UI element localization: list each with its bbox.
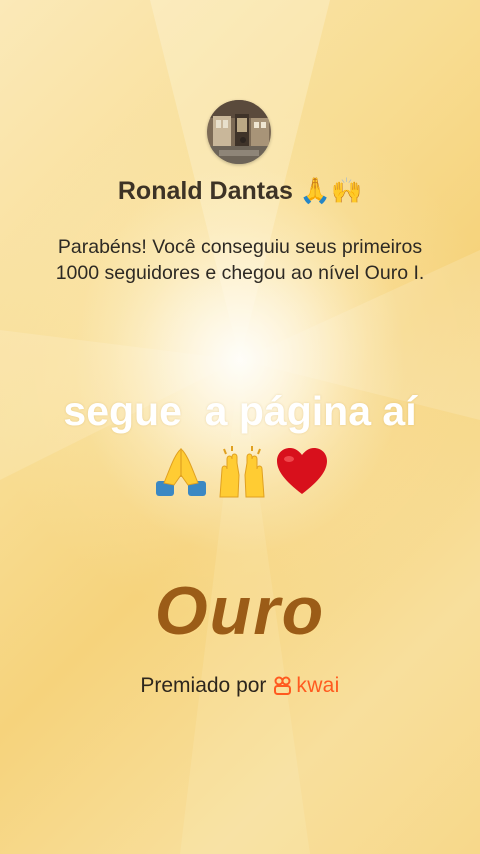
kwai-icon bbox=[274, 676, 292, 695]
username-emojis: 🙏🙌 bbox=[299, 176, 363, 205]
username-row: Ronald Dantas 🙏🙌 bbox=[0, 176, 480, 206]
overlay-caption: segue a página aí bbox=[63, 388, 417, 434]
kwai-logo: kwai bbox=[273, 674, 339, 698]
username: Ronald Dantas bbox=[117, 177, 293, 205]
level-title: Ouro bbox=[154, 573, 326, 649]
overlay-emoji-row bbox=[154, 444, 329, 500]
avatar[interactable] bbox=[207, 100, 271, 164]
red-heart-icon bbox=[277, 448, 327, 494]
congratulations-message: Parabéns! Você conseguiu seus primeiros … bbox=[55, 236, 425, 284]
kwai-wordmark: kwai bbox=[296, 674, 340, 697]
awarded-by: Premiado por kwai bbox=[0, 674, 480, 698]
awarded-by-label: Premiado por bbox=[140, 674, 267, 697]
praying-hands-icon bbox=[156, 447, 206, 496]
achievement-screen: Ronald Dantas 🙏🙌 Parabéns! Você consegui… bbox=[0, 0, 480, 854]
avatar-photo bbox=[207, 100, 271, 164]
raising-hands-icon bbox=[218, 446, 265, 498]
